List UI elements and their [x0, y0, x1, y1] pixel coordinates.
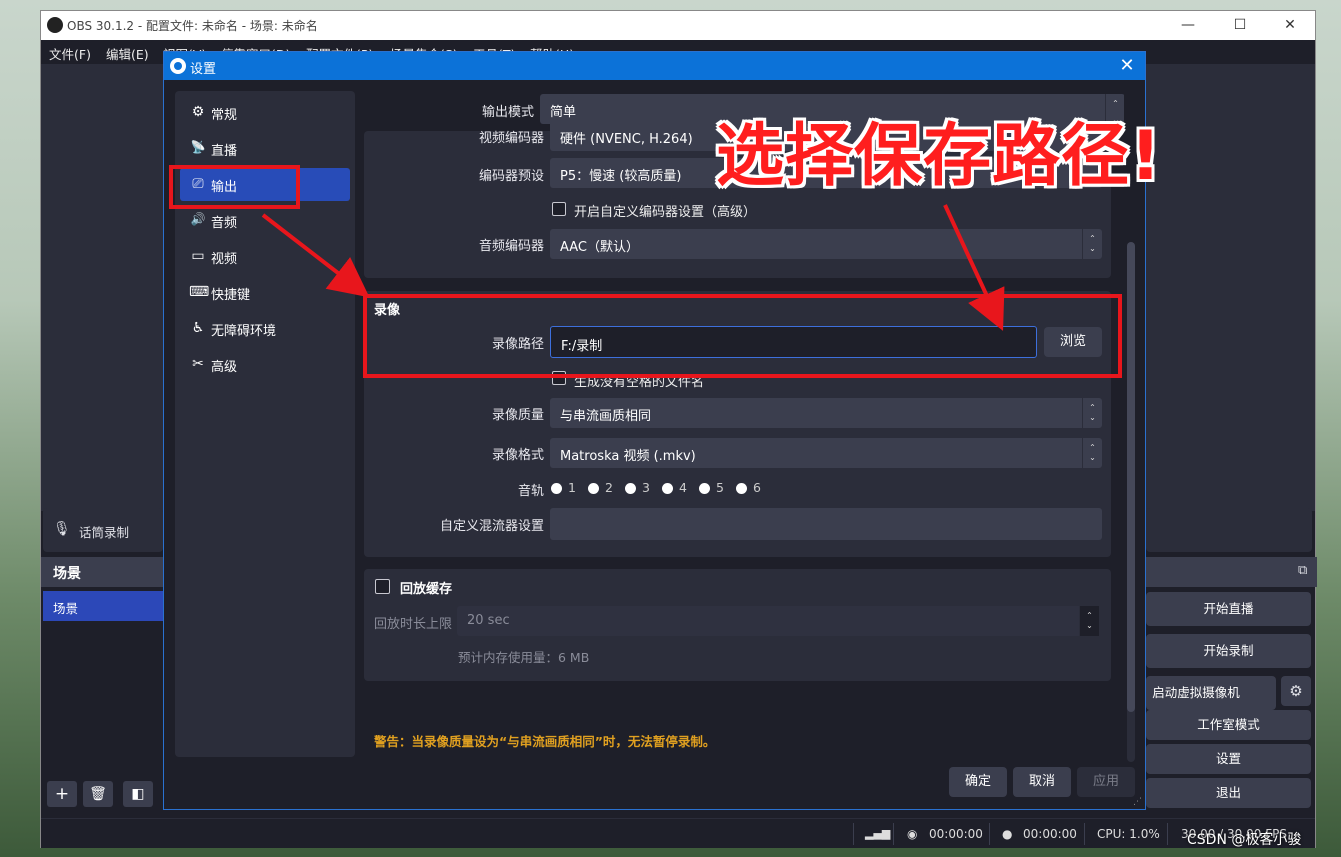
- watermark: CSDN @极客小骏: [1187, 832, 1302, 848]
- arrow-to-path: [943, 204, 1005, 331]
- arrow-to-recording: [261, 213, 370, 298]
- annotation-callout: 选择保存路径!: [716, 117, 1163, 196]
